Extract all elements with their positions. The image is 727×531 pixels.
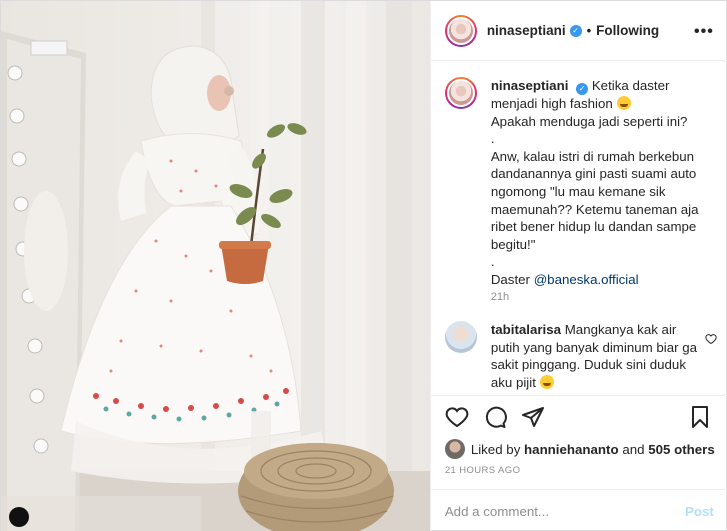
share-icon[interactable]: [521, 405, 545, 429]
separator-dot: •: [586, 23, 592, 38]
post-caption: ninaseptiani ✓ Ketika daster menjadi hig…: [444, 77, 717, 289]
caption-line: Daster: [490, 271, 530, 287]
caption-username[interactable]: ninaseptiani: [491, 78, 569, 93]
laughing-emoji-icon: [616, 96, 631, 110]
caption-line: ribet bener hidup lu dandan sampe: [490, 219, 697, 235]
bookmark-icon[interactable]: [688, 405, 712, 429]
likes-summary: Liked by hanniehananto and 505 others: [444, 439, 715, 459]
mention-link[interactable]: @baneska.official: [534, 272, 639, 287]
liker-username[interactable]: hanniehananto: [524, 442, 619, 457]
likes-count[interactable]: 505 others: [648, 442, 715, 457]
add-comment-bar: Post: [430, 489, 727, 531]
verified-badge-icon: ✓: [569, 24, 582, 37]
heart-icon[interactable]: [445, 405, 469, 429]
comment-like-icon[interactable]: [705, 333, 717, 345]
post-photo[interactable]: [1, 1, 430, 531]
actions-divider: [430, 395, 727, 397]
save-button[interactable]: [688, 405, 712, 432]
verified-badge-icon: ✓: [576, 83, 589, 95]
liker-avatar[interactable]: [444, 439, 465, 459]
comment-input[interactable]: [444, 503, 685, 519]
caption-line: .: [490, 131, 495, 147]
photo-illustration: [1, 1, 430, 531]
caption-time[interactable]: 21h: [491, 291, 509, 303]
following-button[interactable]: Following: [596, 23, 659, 38]
post-comment-button[interactable]: Post: [685, 504, 714, 519]
caption-line: .: [490, 254, 495, 270]
action-bar: [445, 405, 545, 429]
likes-prefix: Liked by: [470, 441, 521, 457]
caption-line: ngomong "lu mau kemane sik: [490, 183, 666, 199]
author-username[interactable]: ninaseptiani: [487, 23, 566, 38]
post-header: ninaseptiani ✓ • Following •••: [430, 1, 727, 61]
post-side-panel: ninaseptiani ✓ • Following ••• ninasepti…: [429, 1, 727, 531]
winking-emoji-icon: [539, 374, 554, 389]
comment-icon[interactable]: [483, 405, 507, 429]
caption-avatar[interactable]: [444, 77, 477, 109]
caption-line: maemunah?? Ketemu taneman aja: [490, 201, 699, 217]
post-timestamp[interactable]: 21 HOURS AGO: [445, 465, 521, 476]
more-icon[interactable]: •••: [694, 23, 714, 41]
author-avatar[interactable]: [444, 14, 477, 47]
comment-item: tabitalarisa Mangkanya kak air putih yan…: [444, 321, 717, 391]
caption-line: dandanannya gini pasti suami auto: [490, 166, 697, 182]
post-dialog: ninaseptiani ✓ • Following ••• ninasepti…: [0, 0, 727, 531]
caption-text: ninaseptiani ✓ Ketika daster menjadi hig…: [491, 77, 699, 289]
caption-line: menjadi high fashion: [490, 96, 613, 111]
caption-line: Anw, kalau istri di rumah berkebun: [490, 148, 695, 164]
caption-line: Ketika daster: [591, 78, 670, 93]
commenter-avatar[interactable]: [444, 321, 477, 353]
caption-line: Apakah menduga jadi seperti ini?: [490, 113, 688, 129]
caption-line: begitu!": [490, 236, 536, 252]
comment-text: tabitalarisa Mangkanya kak air putih yan…: [491, 321, 701, 391]
commenter-username[interactable]: tabitalarisa: [491, 322, 561, 337]
likes-connector: and: [622, 441, 645, 457]
